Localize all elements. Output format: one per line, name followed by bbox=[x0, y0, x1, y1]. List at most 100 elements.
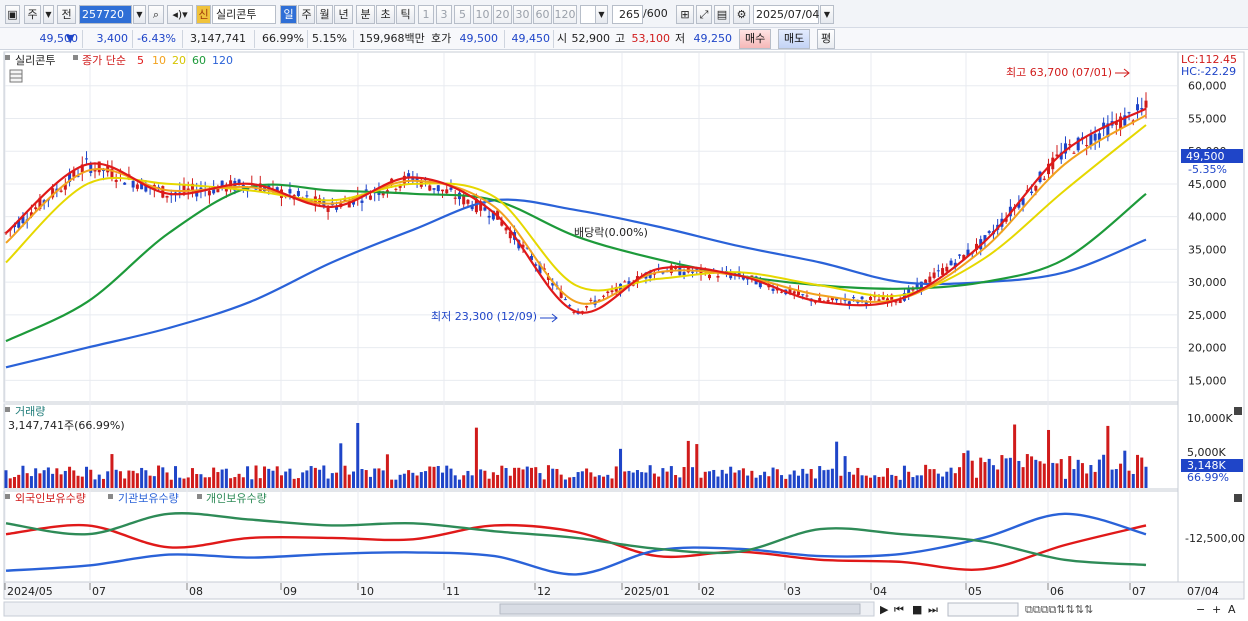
volume-bar bbox=[1038, 461, 1042, 488]
period-year-button[interactable]: 년 bbox=[334, 5, 353, 24]
candle-body bbox=[707, 274, 711, 279]
candle-body bbox=[610, 290, 614, 293]
volume-bar bbox=[339, 443, 343, 488]
volume-bar bbox=[691, 467, 695, 488]
volume-bar bbox=[648, 465, 652, 488]
interval-3-button[interactable]: 3 bbox=[436, 5, 452, 24]
individual-marker-icon bbox=[197, 494, 202, 499]
volume-bar bbox=[517, 467, 521, 488]
stock-code-input[interactable] bbox=[79, 5, 132, 24]
count-input[interactable]: 265 bbox=[612, 5, 643, 24]
stop-icon[interactable]: ■ bbox=[912, 603, 922, 616]
volume-bar bbox=[335, 472, 339, 488]
volume-bar bbox=[712, 469, 716, 488]
volume-bar bbox=[979, 457, 983, 488]
period-week-button[interactable]: 주 bbox=[298, 5, 315, 24]
ma-marker-icon bbox=[73, 55, 78, 60]
x-tick-label: 08 bbox=[189, 585, 203, 598]
volume-bar bbox=[724, 473, 728, 488]
market-all-button[interactable]: 전 bbox=[57, 5, 76, 24]
volume-bar bbox=[309, 466, 313, 488]
interval-5-button[interactable]: 5 bbox=[454, 5, 471, 24]
volume-bar bbox=[169, 479, 173, 488]
window-menu-icon[interactable]: ▣ bbox=[5, 5, 20, 24]
volume-bar bbox=[1047, 429, 1051, 488]
period-minute-button[interactable]: 분 bbox=[356, 5, 375, 24]
period-second-button[interactable]: 초 bbox=[376, 5, 395, 24]
volume-bar bbox=[835, 441, 839, 488]
volume-bar bbox=[919, 475, 923, 488]
candle-body bbox=[487, 215, 491, 218]
volume-bar bbox=[822, 470, 826, 488]
code-dropdown-icon[interactable]: ▼ bbox=[133, 5, 146, 24]
scroll-thumb[interactable] bbox=[499, 603, 861, 615]
volume-bar bbox=[546, 465, 550, 488]
volume-bar bbox=[220, 469, 224, 488]
interval-10-button[interactable]: 10 bbox=[473, 5, 492, 24]
gear-icon[interactable]: ⚙ bbox=[733, 5, 750, 24]
period-month-button[interactable]: 월 bbox=[316, 5, 333, 24]
volume-bar bbox=[907, 471, 911, 488]
volume-bar bbox=[839, 475, 843, 488]
interval-dropdown-icon[interactable]: ▼ bbox=[595, 5, 608, 24]
volume-bar bbox=[767, 476, 771, 488]
sell-button[interactable]: 매도 bbox=[778, 29, 811, 49]
interval-60-button[interactable]: 60 bbox=[533, 5, 552, 24]
candle-body bbox=[958, 254, 962, 256]
volume-bar bbox=[818, 466, 822, 488]
period-tick-button[interactable]: 틱 bbox=[396, 5, 415, 24]
date-input[interactable]: 2025/07/04 bbox=[753, 5, 819, 24]
volume-bar bbox=[1119, 463, 1123, 488]
candle-body bbox=[453, 197, 457, 199]
average-button[interactable]: 평 bbox=[817, 29, 836, 49]
price-tick-label: 15,000 bbox=[1188, 374, 1227, 387]
zoom-out-icon[interactable]: − bbox=[1196, 603, 1205, 616]
volume-bar bbox=[55, 468, 59, 488]
period-day-button[interactable]: 일 bbox=[280, 5, 297, 24]
candle-body bbox=[368, 195, 372, 200]
volume-bar bbox=[635, 470, 639, 488]
chart-area[interactable]: 실리콘투 종가 단순 5 10 20 60 120 최고 63,700 (07/… bbox=[0, 50, 1248, 621]
calendar-dropdown-icon[interactable]: ▼ bbox=[820, 5, 834, 24]
volume-bar bbox=[936, 473, 940, 488]
volume-bar bbox=[542, 479, 546, 488]
go-end-icon[interactable]: ⏭ bbox=[928, 603, 938, 616]
volume-bar bbox=[589, 472, 593, 488]
volume-bar bbox=[453, 475, 457, 488]
crosshair-icon[interactable]: ⊞ bbox=[676, 5, 694, 24]
stock-name-label: 실리콘투 bbox=[212, 5, 276, 24]
table-view-icon[interactable] bbox=[9, 69, 23, 83]
text-tool-icon[interactable]: A bbox=[1228, 603, 1236, 616]
volume-bar bbox=[407, 470, 411, 488]
market-week-button[interactable]: 주 bbox=[24, 5, 41, 24]
volume-bar bbox=[707, 471, 711, 488]
candle-body bbox=[462, 195, 466, 205]
interval-30-button[interactable]: 30 bbox=[513, 5, 532, 24]
volume-panel-close-icon[interactable] bbox=[1234, 407, 1242, 415]
scroll-right-icon[interactable]: ▶ bbox=[880, 603, 889, 616]
x-tick-label: 09 bbox=[283, 585, 297, 598]
volume-bar bbox=[890, 474, 894, 488]
holdings-panel-close-icon[interactable] bbox=[1234, 494, 1242, 502]
zoom-slider[interactable] bbox=[947, 602, 1019, 617]
x-tick-label: 10 bbox=[360, 585, 374, 598]
buy-button[interactable]: 매수 bbox=[739, 29, 772, 49]
sound-icon[interactable]: ◂)▾ bbox=[167, 5, 193, 24]
interval-120-button[interactable]: 120 bbox=[553, 5, 577, 24]
layout-icons[interactable]: ⧉⧉⧉⧉⇅⇅⇅⇅ bbox=[1025, 603, 1093, 616]
save-icon[interactable]: ▤ bbox=[714, 5, 730, 24]
price-tick-label: 40,000 bbox=[1188, 211, 1227, 224]
candle-body bbox=[936, 270, 940, 272]
ma-20-label: 20 bbox=[172, 54, 186, 67]
search-icon[interactable]: ⌕ bbox=[148, 5, 164, 24]
interval-20-button[interactable]: 20 bbox=[493, 5, 512, 24]
candle-body bbox=[602, 295, 606, 297]
volume-bar bbox=[830, 468, 834, 488]
zoom-in-icon[interactable]: + bbox=[1212, 603, 1221, 616]
interval-1-button[interactable]: 1 bbox=[418, 5, 434, 24]
dropdown-arrow-icon[interactable]: ▼ bbox=[43, 5, 54, 24]
ma-120-label: 120 bbox=[212, 54, 233, 67]
volume-bar bbox=[216, 472, 220, 488]
go-start-icon[interactable]: ⏮ bbox=[894, 603, 904, 616]
draw-tool-icon[interactable]: ⤢ bbox=[696, 5, 712, 24]
